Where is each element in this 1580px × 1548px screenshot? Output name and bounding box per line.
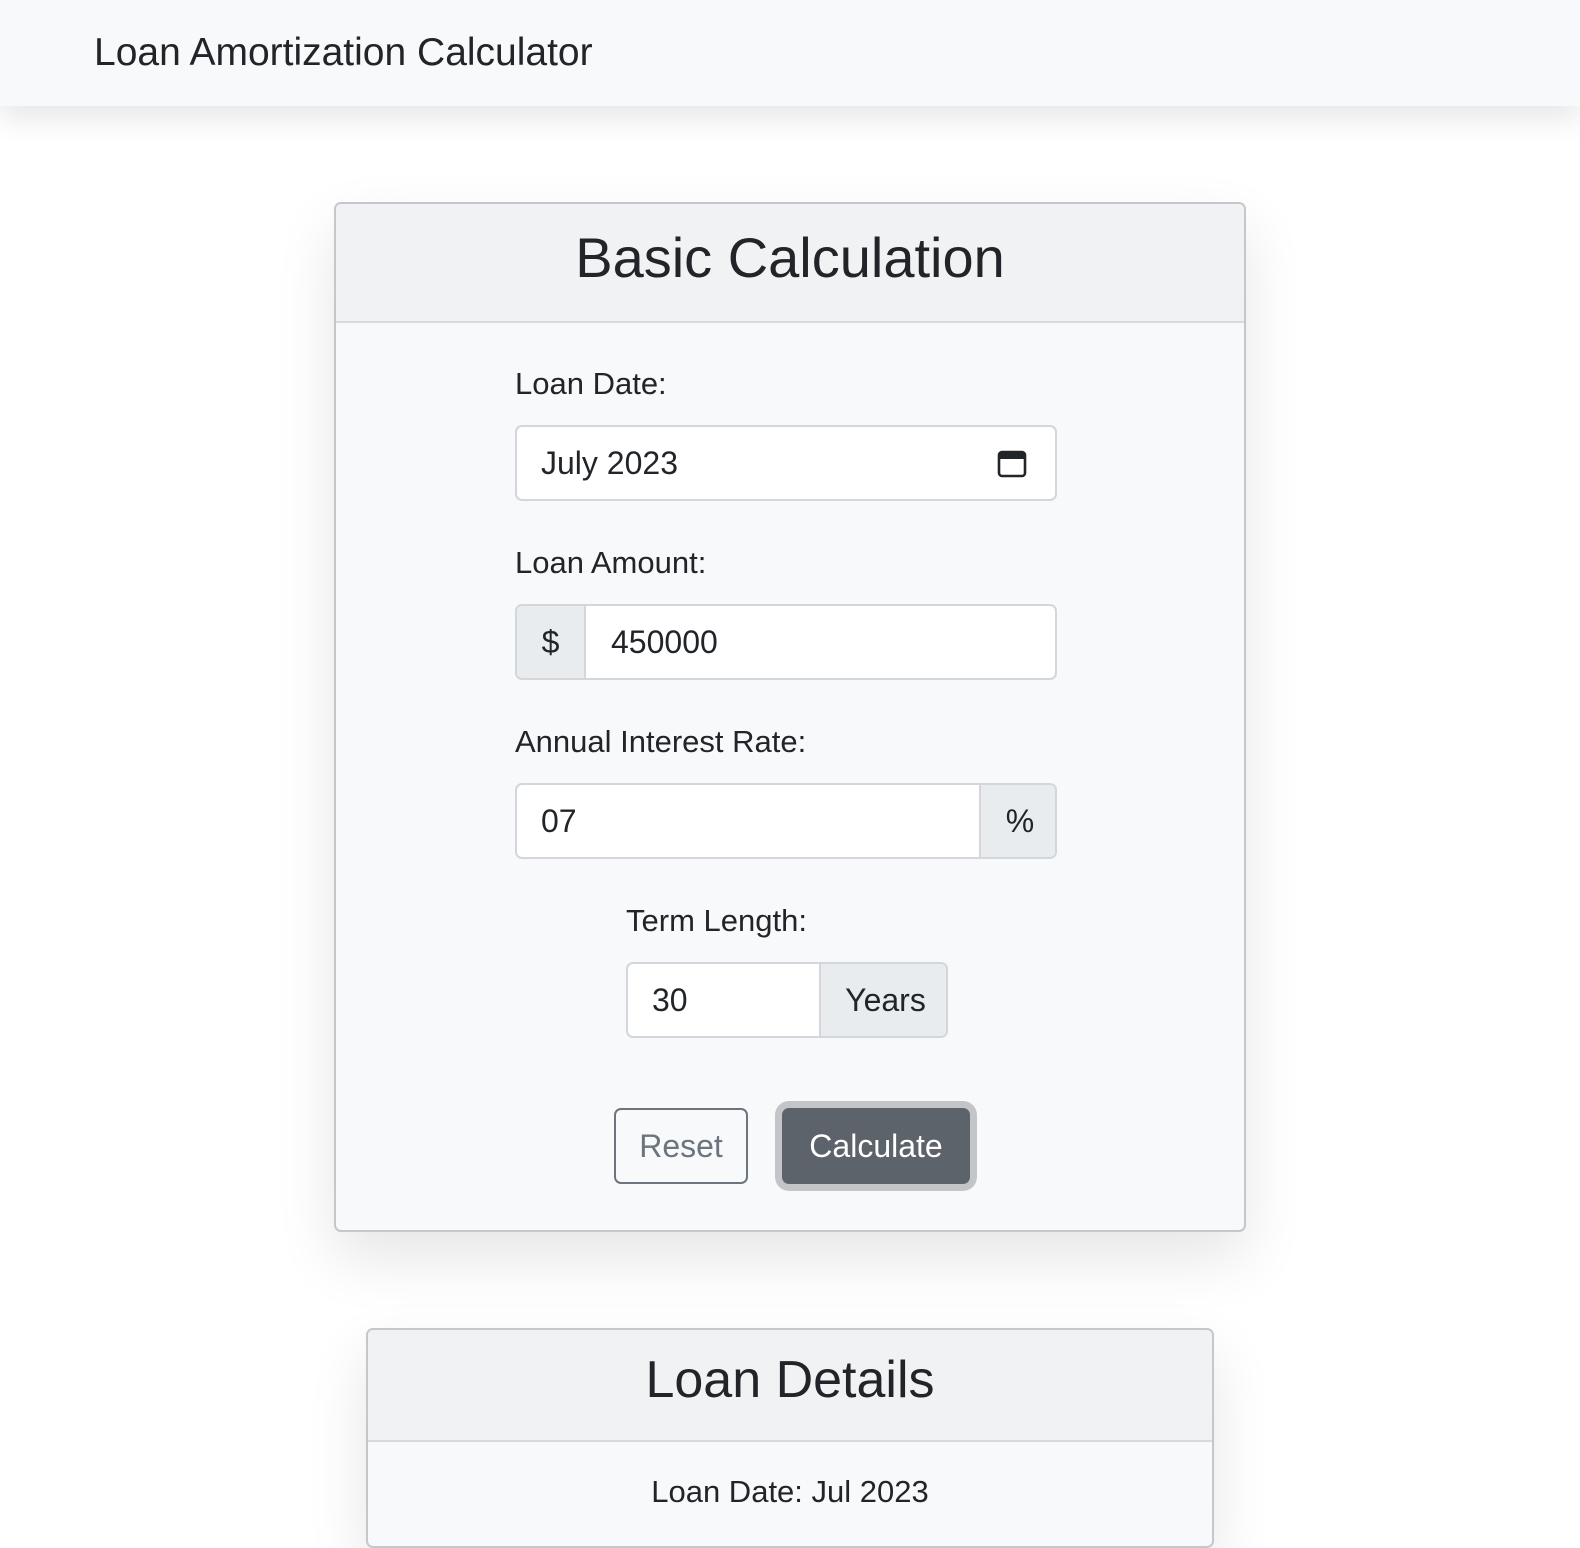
basic-calculation-title: Basic Calculation <box>336 204 1244 323</box>
loan-date-detail-value: Jul 2023 <box>811 1474 929 1509</box>
term-length-input[interactable]: 30 <box>652 964 688 1036</box>
loan-amount-field: $ 450000 <box>515 604 1057 680</box>
loan-date-detail: Loan Date: Jul 2023 <box>368 1472 1212 1512</box>
loan-amount-label: Loan Amount: <box>515 545 707 580</box>
percent-suffix: % <box>979 785 1055 857</box>
basic-calculation-card: Basic Calculation Loan Date: July 2023 L… <box>334 202 1246 1232</box>
calendar-icon[interactable] <box>997 448 1027 478</box>
loan-date-value: July 2023 <box>541 445 678 481</box>
loan-date-detail-label: Loan Date: <box>651 1474 803 1509</box>
years-suffix: Years <box>819 964 946 1036</box>
reset-button[interactable]: Reset <box>614 1108 748 1184</box>
term-length-label: Term Length: <box>626 903 807 938</box>
loan-details-card: Loan Details Loan Date: Jul 2023 <box>366 1328 1214 1548</box>
term-length-field: 30 Years <box>626 962 948 1038</box>
loan-amount-input[interactable]: 450000 <box>611 606 718 678</box>
loan-date-input[interactable]: July 2023 <box>515 425 1057 501</box>
interest-rate-input[interactable]: 07 <box>541 785 577 857</box>
calculate-button[interactable]: Calculate <box>782 1108 970 1184</box>
dollar-prefix: $ <box>517 606 586 678</box>
interest-rate-field: 07 % <box>515 783 1057 859</box>
navbar-brand[interactable]: Loan Amortization Calculator <box>94 28 593 78</box>
loan-details-title: Loan Details <box>368 1330 1212 1442</box>
loan-date-label: Loan Date: <box>515 366 667 401</box>
top-navbar: Loan Amortization Calculator <box>0 0 1580 106</box>
interest-rate-label: Annual Interest Rate: <box>515 724 807 759</box>
